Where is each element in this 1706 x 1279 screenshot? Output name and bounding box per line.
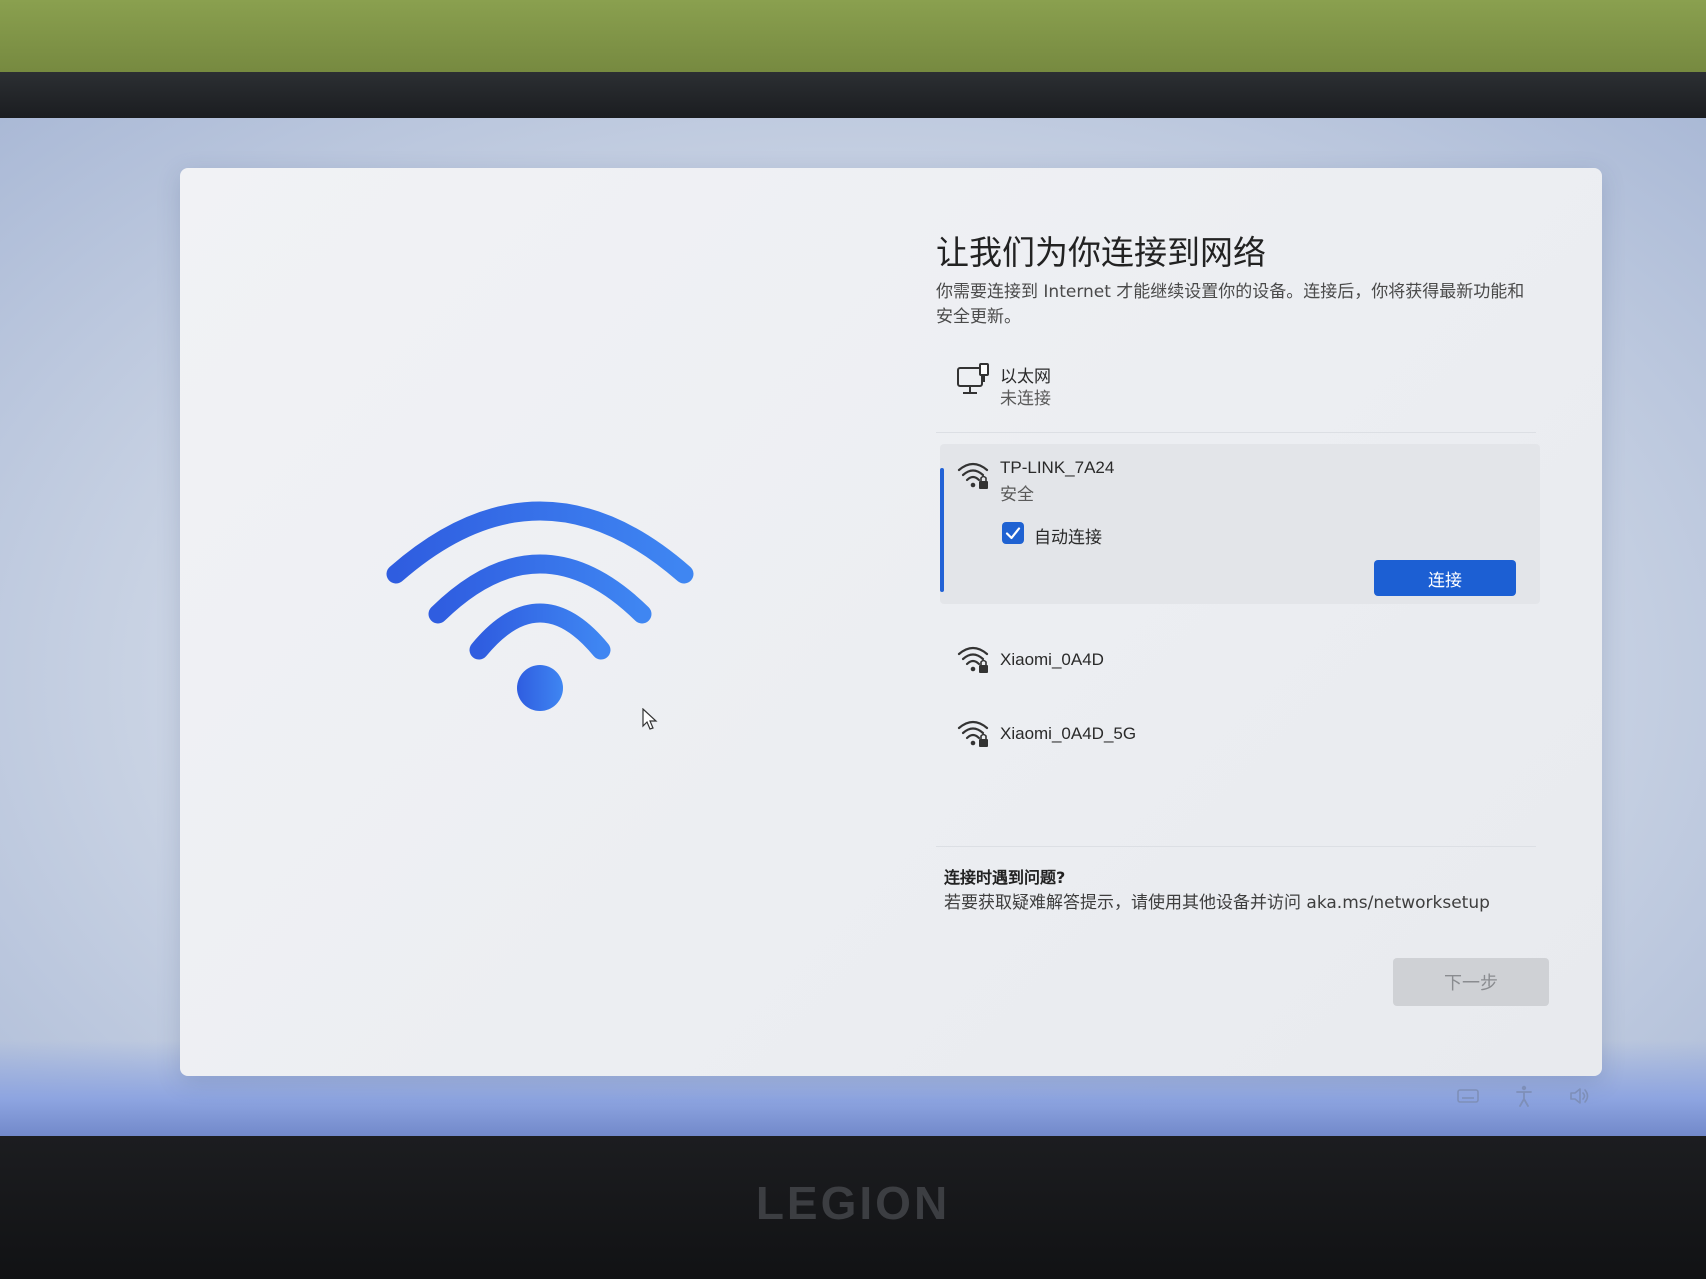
selection-indicator [940, 468, 944, 592]
network-status: 安全 [1000, 485, 1034, 505]
divider [936, 432, 1536, 433]
auto-connect-label: 自动连接 [1034, 528, 1102, 548]
network-item-selected[interactable]: TP-LINK_7A24 安全 自动连接 连接 [940, 444, 1540, 604]
network-name: Xiaomi_0A4D_5G [1000, 724, 1137, 743]
auto-connect-checkbox[interactable] [1002, 522, 1024, 544]
page-description: 你需要连接到 Internet 才能继续设置你的设备。连接后，你将获得最新功能和… [936, 282, 1525, 327]
divider [936, 846, 1536, 847]
network-panel: 让我们为你连接到网络 你需要连接到 Internet 才能继续设置你的设备。连接… [936, 168, 1576, 1076]
connect-button[interactable]: 连接 [1374, 560, 1516, 596]
keyboard-icon[interactable] [1456, 1084, 1480, 1108]
network-name: TP-LINK_7A24 [1000, 458, 1115, 477]
page-title: 让我们为你连接到网络 [936, 233, 1266, 272]
accessibility-icon[interactable] [1512, 1084, 1536, 1108]
wifi-lock-icon [957, 720, 989, 747]
next-button[interactable]: 下一步 [1393, 958, 1549, 1006]
volume-icon[interactable] [1568, 1084, 1592, 1108]
checkmark-icon [1005, 527, 1021, 540]
wifi-lock-icon [957, 646, 989, 673]
help-title: 连接时遇到问题? [944, 868, 1066, 887]
network-status: 未连接 [1000, 389, 1051, 409]
ethernet-icon [957, 363, 989, 394]
mouse-cursor-icon [642, 708, 658, 730]
brand-logo: LEGION [755, 1177, 951, 1229]
help-text: 若要获取疑难解答提示，请使用其他设备并访问 aka.ms/networksetu… [944, 893, 1490, 913]
network-name: Xiaomi_0A4D [1000, 650, 1104, 669]
wifi-lock-icon [957, 462, 989, 489]
setup-card: 让我们为你连接到网络 你需要连接到 Internet 才能继续设置你的设备。连接… [180, 168, 1602, 1076]
